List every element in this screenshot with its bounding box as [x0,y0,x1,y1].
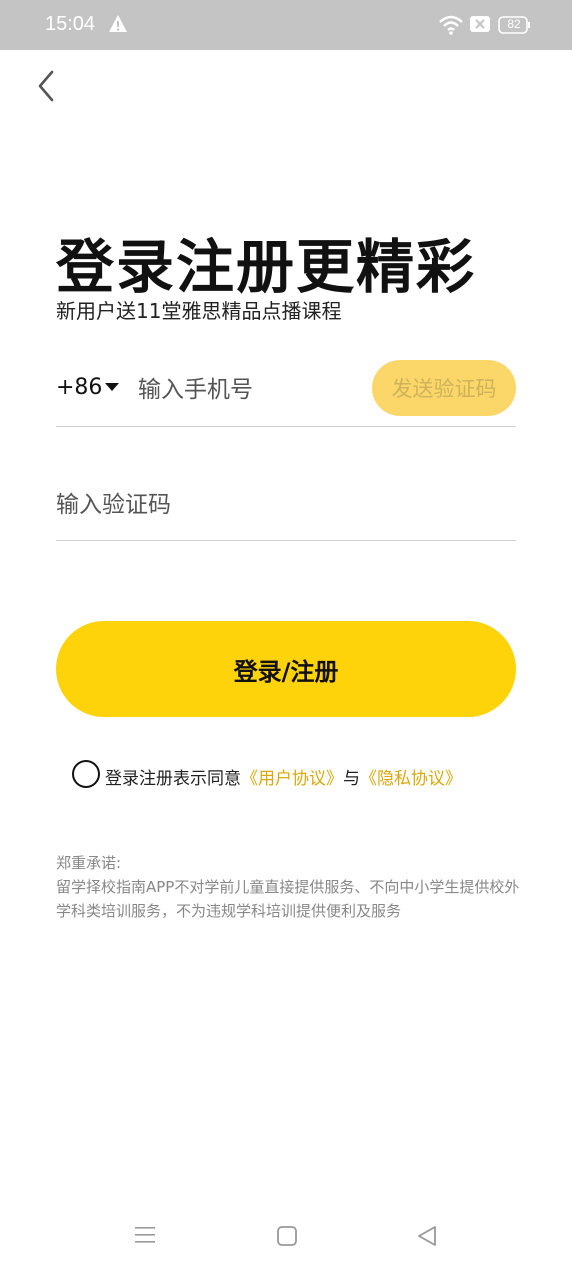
commitment-notice: 郑重承诺: 留学择校指南APP不对学前儿童直接提供服务、不向中小学生提供校外学科… [56,851,526,923]
wifi-icon [439,15,463,35]
privacy-policy-link[interactable]: 《隐私协议》 [360,769,462,789]
send-code-button[interactable]: 发送验证码 [372,360,516,416]
caret-down-icon[interactable] [104,381,120,393]
battery-level: 82 [507,17,521,31]
user-agreement-link[interactable]: 《用户协议》 [241,769,343,789]
agreement-text: 登录注册表示同意《用户协议》与《隐私协议》 [105,764,462,789]
commitment-body: 留学择校指南APP不对学前儿童直接提供服务、不向中小学生提供校外学科类培训服务，… [56,878,520,920]
agreement-prefix: 登录注册表示同意 [105,769,241,789]
login-register-button[interactable]: 登录/注册 [56,621,516,717]
warning-icon [109,15,127,32]
agreement-checkbox[interactable] [72,760,100,788]
commitment-title: 郑重承诺: [56,854,122,872]
status-bar: 15:04 82 [0,0,572,50]
agreement-conjunction: 与 [343,769,360,789]
sim-icon [470,16,490,32]
phone-divider [56,426,516,427]
status-time: 15:04 [45,13,96,35]
home-icon[interactable] [276,1225,298,1247]
phone-input[interactable] [138,372,358,408]
nav-back-icon[interactable] [415,1224,439,1248]
page-title: 登录注册更精彩 [56,233,477,301]
menu-icon[interactable] [134,1225,156,1245]
back-button[interactable] [30,66,62,106]
country-code-selector[interactable]: +86 [56,375,102,400]
verification-code-input[interactable] [56,487,476,523]
page-subtitle: 新用户送11堂雅思精品点播课程 [56,299,342,323]
code-divider [56,540,516,541]
